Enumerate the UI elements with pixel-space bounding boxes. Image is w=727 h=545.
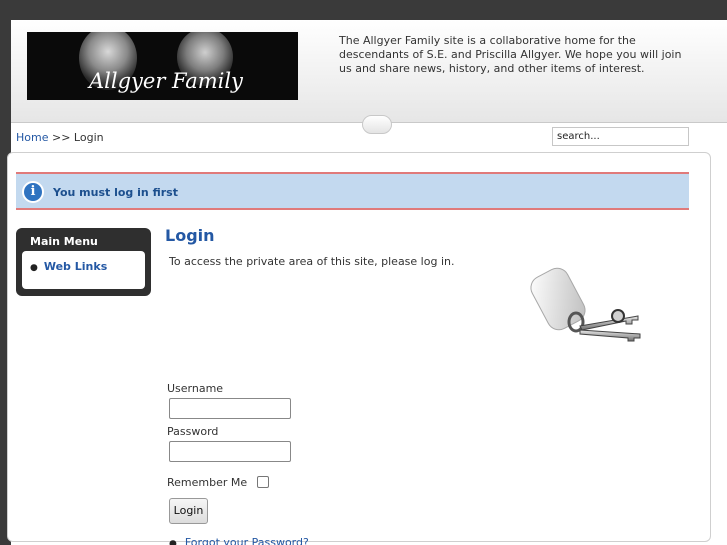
header-divider-knob [362, 115, 392, 134]
search-input[interactable] [552, 127, 689, 146]
keys-icon [530, 267, 641, 342]
site-header: Allgyer Family The Allgyer Family site i… [11, 20, 727, 134]
content-area [7, 152, 711, 542]
breadcrumb-home-link[interactable]: Home [16, 131, 48, 144]
menu-item-label: Web Links [43, 260, 108, 273]
page-title: Login [165, 226, 215, 245]
remember-me-checkbox[interactable] [257, 476, 269, 488]
breadcrumb-separator: >> [51, 131, 71, 144]
main-menu-list: ● Web Links [22, 251, 145, 289]
breadcrumb-current: Login [73, 131, 104, 144]
username-field[interactable] [169, 398, 291, 419]
login-description: To access the private area of this site,… [169, 255, 455, 268]
remember-me-label: Remember Me [167, 476, 248, 489]
site-tagline: The Allgyer Family site is a collaborati… [339, 34, 682, 75]
password-field[interactable] [169, 441, 291, 462]
breadcrumb: Home >> Login [16, 131, 104, 144]
forgot-password-label: Forgot your Password? [184, 536, 309, 545]
bullet-icon: ● [169, 539, 177, 545]
system-message: i You must log in first [16, 172, 689, 210]
logo-text: Allgyer Family [89, 69, 243, 93]
site-logo[interactable]: Allgyer Family [27, 32, 298, 100]
message-text: You must log in first [53, 186, 178, 199]
password-label: Password [167, 425, 219, 438]
main-menu-title: Main Menu [30, 235, 98, 248]
menu-item-web-links[interactable]: ● Web Links [30, 260, 107, 273]
login-button[interactable]: Login [169, 498, 208, 524]
username-label: Username [167, 382, 224, 395]
bullet-icon: ● [30, 263, 38, 273]
main-menu: Main Menu ● Web Links [16, 228, 151, 296]
forgot-password-link[interactable]: ● Forgot your Password? [169, 536, 309, 545]
info-icon: i [22, 181, 44, 203]
